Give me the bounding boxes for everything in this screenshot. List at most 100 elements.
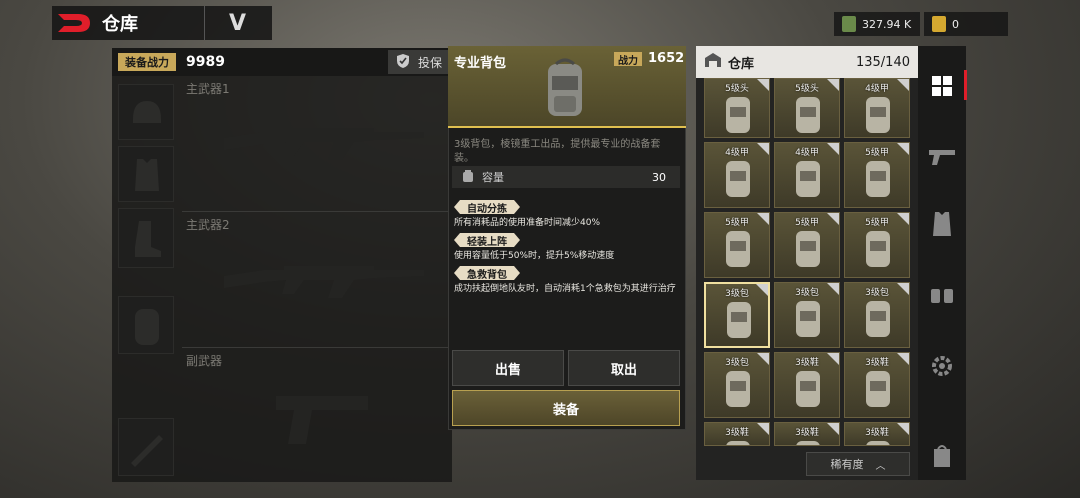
rarity-corner-icon (827, 79, 839, 91)
secondary-weapon-slot[interactable]: 副武器 (182, 348, 448, 478)
rarity-corner-icon (897, 423, 909, 435)
primary-weapon-2-slot[interactable]: 主武器2 (182, 212, 448, 348)
primary-weapon-2-label: 主武器2 (186, 218, 230, 232)
armor-icon (135, 159, 159, 191)
gear-item-icon (866, 161, 890, 197)
rarity-corner-icon (827, 283, 839, 295)
gear-item-icon (866, 97, 890, 133)
warehouse-item-cell[interactable]: 5级头 (774, 78, 840, 138)
warehouse-item-cell[interactable]: 3级包 (844, 282, 910, 348)
category-supplies-icon[interactable] (926, 440, 958, 472)
armor-slot[interactable] (118, 146, 174, 202)
secondary-weapon-label: 副武器 (186, 354, 223, 368)
page-title: 仓库 (102, 14, 138, 35)
warehouse-item-cell[interactable]: 5级头 (704, 78, 770, 138)
gold-ticket-icon (932, 16, 946, 32)
rarity-corner-icon (897, 283, 909, 295)
warehouse-icon (704, 52, 722, 72)
warehouse-item-cell[interactable]: 3级包 (704, 282, 770, 348)
gear-item-icon (796, 441, 820, 445)
gear-item-icon (726, 371, 750, 407)
rarity-corner-icon (827, 143, 839, 155)
melee-slot[interactable] (118, 418, 174, 476)
category-attachment-icon[interactable] (926, 280, 958, 312)
primary-weapon-1-slot[interactable]: 主武器1 (182, 76, 448, 212)
sell-button[interactable]: 出售 (452, 350, 564, 386)
item-power-label: 战力 (614, 52, 642, 67)
warehouse-item-cell[interactable]: 3级包 (774, 282, 840, 348)
cash-value: 327.94 K (862, 17, 912, 31)
rarity-corner-icon (897, 353, 909, 365)
warehouse-item-cell[interactable]: 5级甲 (704, 212, 770, 278)
active-category-indicator (964, 70, 967, 100)
rarity-corner-icon (757, 423, 769, 435)
warehouse-item-cell[interactable]: 3级鞋 (704, 422, 770, 446)
category-parts-gear-icon[interactable] (926, 350, 958, 382)
gear-item-icon (726, 161, 750, 197)
gear-item-icon (796, 97, 820, 133)
perk-tag: 自动分拣 (454, 200, 520, 214)
capacity-row: 容量 30 (452, 166, 680, 188)
capacity-label: 容量 (482, 171, 504, 184)
rifle-icon (224, 266, 424, 298)
gear-item-icon (726, 231, 750, 267)
gear-item-icon (866, 371, 890, 407)
rarity-corner-icon (757, 353, 769, 365)
perk-description: 成功扶起倒地队友时，自动消耗1个急救包为其进行治疗 (454, 284, 676, 294)
warehouse-item-cell[interactable]: 3级鞋 (844, 352, 910, 418)
warehouse-item-cell[interactable]: 3级鞋 (844, 422, 910, 446)
gear-item-icon (866, 301, 890, 337)
capacity-icon (462, 169, 474, 186)
gear-item-icon (866, 441, 890, 445)
category-all-icon[interactable] (926, 70, 958, 102)
helmet-slot[interactable] (118, 84, 174, 140)
insure-button[interactable]: 投保 (388, 50, 452, 74)
warehouse-item-cell[interactable]: 4级甲 (774, 142, 840, 208)
rarity-corner-icon (756, 284, 768, 296)
warehouse-item-cell[interactable]: 3级鞋 (774, 352, 840, 418)
shield-icon (396, 53, 410, 72)
chevron-up-icon: ︿ (875, 460, 886, 472)
backpack-slot[interactable] (118, 296, 174, 354)
loadout-power-label: 装备战力 (118, 53, 176, 71)
warehouse-count: 135/140 (855, 54, 910, 70)
rarity-corner-icon (827, 213, 839, 225)
cash-display: 327.94 K (834, 12, 920, 36)
rarity-corner-icon (827, 423, 839, 435)
rarity-corner-icon (757, 143, 769, 155)
warehouse-item-cell[interactable]: 4级甲 (704, 142, 770, 208)
warehouse-item-cell[interactable]: 3级包 (704, 352, 770, 418)
category-sidebar (918, 46, 966, 480)
gear-item-icon (727, 302, 751, 338)
capacity-value: 30 (652, 170, 666, 184)
melee-weapon-icon (131, 435, 163, 467)
rifle-icon (224, 128, 424, 160)
warehouse-item-cell[interactable]: 5级甲 (844, 212, 910, 278)
rarity-corner-icon (897, 79, 909, 91)
warehouse-item-cell[interactable]: 5级甲 (844, 142, 910, 208)
gear-item-icon (796, 231, 820, 267)
equip-button[interactable]: 装备 (452, 390, 680, 426)
helmet-icon (133, 101, 161, 123)
warehouse-header: 仓库 135/140 (696, 46, 918, 78)
sort-rarity-button[interactable]: 稀有度 ︿ (806, 452, 910, 476)
category-armor-icon[interactable] (926, 208, 958, 240)
insure-label: 投保 (418, 55, 443, 70)
item-power-value: 1652 (648, 51, 685, 66)
warehouse-item-cell[interactable]: 4级甲 (844, 78, 910, 138)
gear-item-icon (866, 231, 890, 267)
warehouse-item-cell[interactable]: 3级鞋 (774, 422, 840, 446)
menu-dropdown-button[interactable]: V (204, 6, 270, 40)
item-name: 专业背包 (454, 56, 507, 71)
gear-item-icon (796, 161, 820, 197)
game-logo-icon[interactable] (56, 10, 96, 36)
backpack-icon (540, 56, 590, 120)
take-out-button[interactable]: 取出 (568, 350, 680, 386)
category-weapon-icon[interactable] (926, 140, 958, 172)
boots-slot[interactable] (118, 208, 174, 268)
warehouse-title: 仓库 (728, 56, 755, 72)
gear-item-icon (726, 441, 750, 445)
rarity-corner-icon (757, 79, 769, 91)
warehouse-item-cell[interactable]: 5级甲 (774, 212, 840, 278)
rarity-corner-icon (897, 213, 909, 225)
